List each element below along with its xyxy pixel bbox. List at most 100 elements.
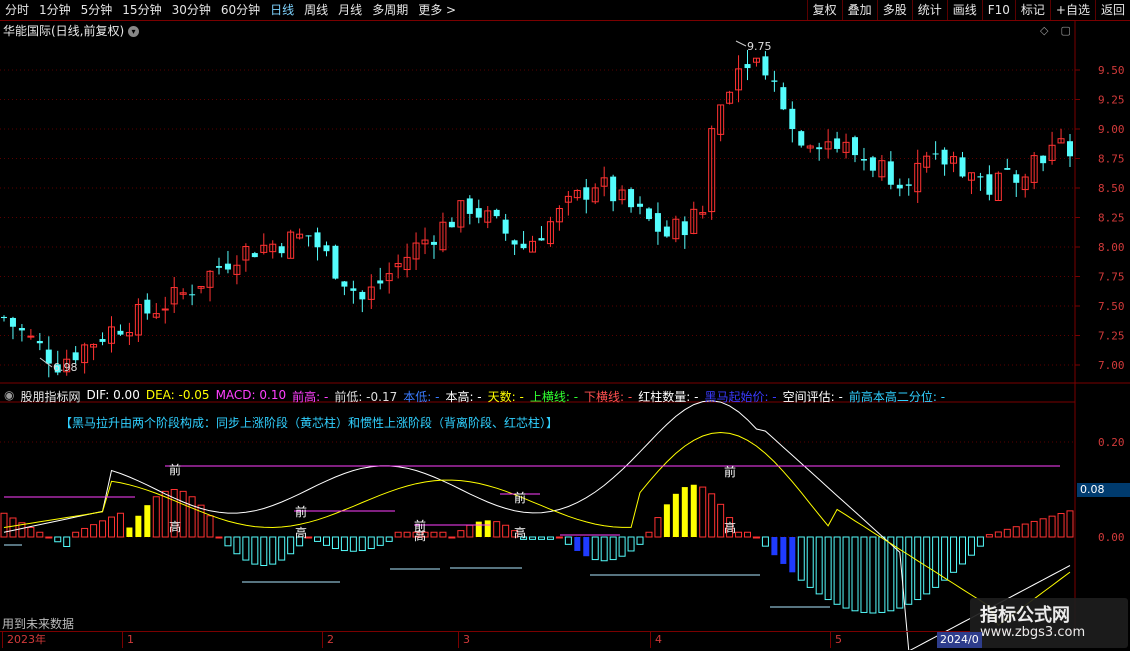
marker-prev: 前 [169, 462, 181, 477]
macd-bar [502, 524, 510, 538]
macd-bar [546, 536, 554, 540]
macd-bar [627, 536, 635, 552]
candle-body-down [493, 209, 500, 217]
high-label: 9.75 [747, 40, 772, 53]
candle-body-down [278, 246, 285, 254]
macd-bar [842, 536, 850, 609]
x-axis-label-5: 5 [830, 632, 842, 648]
candle-body-down [834, 138, 841, 149]
macd-bar [152, 496, 160, 538]
legend-item-13: 前高本高二分位: - [848, 390, 946, 404]
candle-body-down [654, 213, 661, 232]
candle-body-down [341, 281, 348, 287]
candle-body-down [72, 352, 79, 361]
macd-bar-core [690, 484, 697, 537]
candle-body-down [1067, 141, 1073, 157]
window-icon[interactable]: ▢ [1060, 24, 1070, 37]
candle-body-down [583, 187, 590, 200]
macd-bar [242, 536, 250, 561]
candle-body-down [610, 176, 617, 202]
price-tick-label: 9.00 [1098, 123, 1125, 136]
candle-body-down [117, 330, 124, 335]
x-axis-label-1: 1 [122, 632, 134, 648]
marker-prev: 前 [514, 490, 526, 505]
macd-bar [959, 536, 967, 565]
candle-body-down [681, 221, 688, 236]
macd-bar [439, 531, 447, 538]
candle-body-down [905, 184, 912, 186]
macd-bar-core [789, 537, 796, 573]
candle-body-down [466, 198, 473, 214]
macd-bar-core [681, 487, 688, 537]
x-axis-label-3: 3 [458, 632, 470, 648]
macd-bar [985, 534, 993, 538]
macd-bar [81, 527, 89, 538]
macd-bar [63, 536, 71, 547]
indicator-name[interactable]: 股朋指标网 [20, 388, 80, 405]
macd-bar [251, 536, 259, 565]
candle-body-down [959, 157, 966, 177]
macd-bar [645, 531, 653, 538]
legend-item-1: DEA: -0.05 [145, 388, 210, 402]
macd-bar [878, 536, 886, 613]
candle-body-down [1013, 174, 1020, 183]
marker-high: 高 [414, 528, 426, 543]
legend-item-3: 前高: - [292, 390, 329, 404]
future-data-label: 用到未来数据 [2, 617, 75, 631]
candle-body-down [744, 64, 751, 69]
candle-body-down [448, 221, 455, 228]
macd-bar [600, 536, 608, 562]
macd-bar [1066, 510, 1074, 538]
candle-body-down [144, 299, 151, 314]
candle-body-down [771, 80, 778, 82]
candle-body-down [896, 184, 903, 189]
x-axis-label-2: 2 [322, 632, 334, 648]
price-tick-label: 8.00 [1098, 241, 1125, 254]
macd-bar [564, 536, 572, 545]
macd-bar [314, 536, 322, 542]
price-panel-icons: ◇ ▢ [1040, 24, 1071, 37]
legend-item-8: 上横线: - [529, 390, 579, 404]
macd-bar [717, 503, 725, 538]
macd-bar [932, 536, 940, 588]
price-panel-title[interactable]: 华能国际(日线,前复权) ▾ [3, 22, 140, 39]
candle-body-up [161, 308, 169, 311]
diamond-icon[interactable]: ◇ [1040, 24, 1048, 37]
macd-bar [1048, 515, 1056, 538]
macd-bar [761, 536, 769, 547]
macd-bar [806, 536, 814, 588]
watermark: 指标公式网 www.zbgs3.com [970, 598, 1128, 648]
legend-item-7: 天数: - [487, 390, 524, 404]
candle-body-down [932, 153, 939, 155]
macd-bar [0, 512, 8, 538]
time-axis: 2023年 1 2 3 4 5 [0, 631, 1075, 651]
macd-bar [394, 531, 402, 538]
macd-bar [376, 536, 384, 546]
marker-prev: 前 [295, 504, 307, 519]
macd-bar [887, 536, 895, 612]
candle-body-down [323, 245, 330, 252]
indicator-settings-icon[interactable]: ◉ [4, 388, 14, 405]
price-tick-label: 9.50 [1098, 64, 1125, 77]
macd-bar [833, 536, 841, 605]
macd-bar [735, 531, 743, 538]
macd-bar [107, 516, 115, 538]
macd-bar [609, 536, 617, 561]
legend-item-9: 下横线: - [584, 390, 633, 404]
macd-bar [331, 536, 339, 550]
candle-body-down [852, 137, 859, 156]
macd-bar [233, 536, 241, 555]
macd-bar-core [574, 537, 581, 551]
chart-canvas: 9.50 9.25 9.00 8.75 8.50 8.25 8.00 7.75 7.50 7.25… [0, 21, 1130, 650]
macd-bar [1021, 523, 1029, 538]
watermark-title: 指标公式网 [980, 605, 1070, 626]
macd-bar [457, 530, 465, 538]
stock-title: 华能国际(日线,前复权) [3, 24, 125, 38]
candle-body-down [887, 161, 894, 185]
candle-body-down [637, 203, 644, 207]
macd-bar [322, 536, 330, 546]
macd-bar [179, 490, 187, 538]
macd-bar [367, 536, 375, 550]
candle-body-up [27, 335, 35, 338]
chevron-down-icon[interactable]: ▾ [128, 26, 140, 37]
